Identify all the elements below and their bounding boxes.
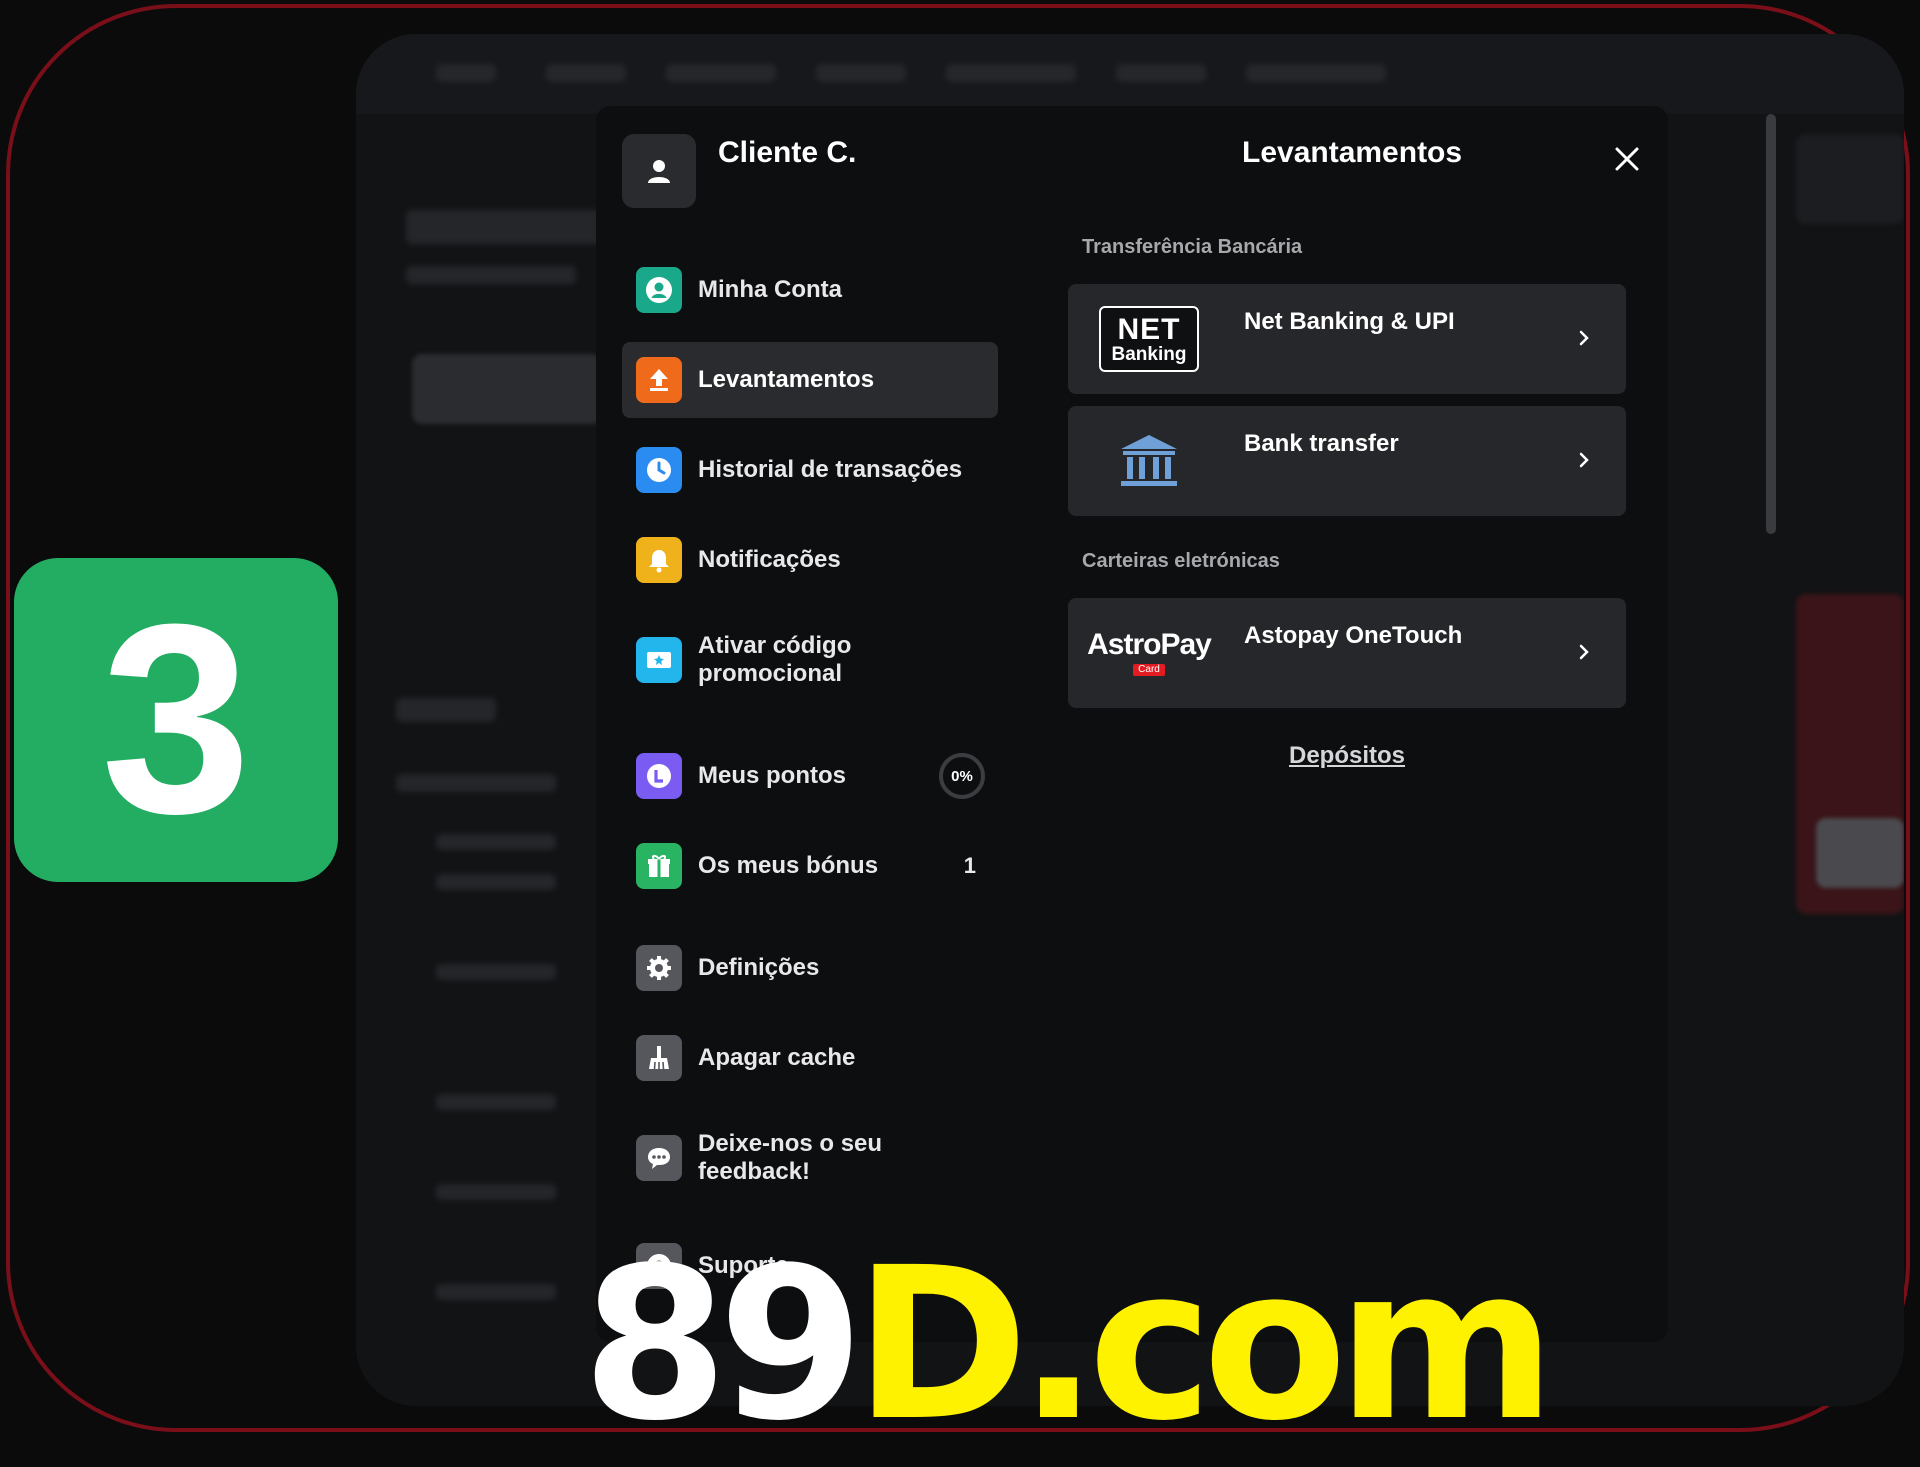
- chat-icon: [636, 1135, 682, 1181]
- clock-icon: [636, 447, 682, 493]
- chevron-right-icon: [1579, 452, 1589, 468]
- brand-watermark: 89D.com: [582, 1240, 1556, 1450]
- account-menu: Minha Conta Levantamentos Historial de t…: [622, 252, 998, 1342]
- account-icon: [636, 267, 682, 313]
- method-astropay[interactable]: AstroPay Card Astopay OneTouch: [1068, 598, 1626, 708]
- section-label-ewallets: Carteiras eletrónicas: [1082, 550, 1280, 572]
- background-topbar: [356, 34, 1904, 114]
- points-progress-ring: 0%: [939, 753, 985, 799]
- gift-icon: [636, 843, 682, 889]
- close-icon: [1615, 147, 1639, 171]
- menu-item-meus-pontos[interactable]: Meus pontos 0%: [622, 738, 998, 814]
- menu-item-label: Minha Conta: [698, 276, 842, 303]
- section-label-bank: Transferência Bancária: [1082, 236, 1303, 258]
- points-icon: [636, 753, 682, 799]
- avatar[interactable]: [622, 134, 696, 208]
- astropay-logo: AstroPay Card: [1087, 628, 1212, 676]
- bonus-count: 1: [963, 853, 976, 878]
- user-icon: [648, 160, 670, 183]
- menu-item-label: Apagar cache: [698, 1044, 856, 1071]
- broom-icon: [636, 1035, 682, 1081]
- gear-icon: [636, 945, 682, 991]
- menu-item-feedback[interactable]: Deixe-nos o seu feedback!: [622, 1110, 998, 1206]
- menu-item-label: Notificações: [698, 546, 841, 573]
- chevron-right-icon: [1579, 644, 1589, 660]
- menu-item-codigo-promocional[interactable]: Ativar código promocional: [622, 612, 998, 708]
- method-name: Net Banking & UPI: [1244, 308, 1455, 335]
- withdraw-icon: [636, 357, 682, 403]
- points-progress-text: 0%: [951, 768, 973, 785]
- menu-item-label: Deixe-nos o seu feedback!: [698, 1130, 883, 1185]
- menu-item-label: Meus pontos: [698, 762, 846, 789]
- ticket-icon: [636, 637, 682, 683]
- method-name: Astopay OneTouch: [1244, 622, 1463, 649]
- step-number: 3: [100, 569, 252, 870]
- menu-item-label: Levantamentos: [698, 366, 875, 393]
- menu-item-bonus[interactable]: Os meus bónus 1: [622, 828, 998, 904]
- user-name: Cliente C.: [718, 136, 857, 169]
- account-modal: Cliente C. Minha Conta Levantamentos His…: [596, 106, 1668, 1342]
- menu-item-label: Historial de transações: [698, 456, 963, 483]
- step-number-badge: 3: [14, 558, 338, 882]
- bank-icon: [1094, 426, 1204, 496]
- deposits-link[interactable]: Depósitos: [1068, 742, 1626, 770]
- menu-item-levantamentos[interactable]: Levantamentos: [622, 342, 998, 418]
- menu-item-historial[interactable]: Historial de transações: [622, 432, 998, 508]
- brand-part-2: D.com: [854, 1222, 1556, 1467]
- close-button[interactable]: [1610, 142, 1644, 176]
- menu-item-apagar-cache[interactable]: Apagar cache: [622, 1020, 998, 1096]
- method-bank-transfer[interactable]: Bank transfer: [1068, 406, 1626, 516]
- menu-item-label: Ativar código promocional: [698, 632, 852, 687]
- panel-title: Levantamentos: [1242, 136, 1463, 169]
- bell-icon: [636, 537, 682, 583]
- menu-item-definicoes[interactable]: Definições: [622, 930, 998, 1006]
- background-scrollbar[interactable]: [1766, 114, 1776, 534]
- method-net-banking[interactable]: NET Banking Net Banking & UPI: [1068, 284, 1626, 394]
- chevron-right-icon: [1579, 330, 1589, 346]
- net-banking-logo: NET Banking: [1094, 304, 1204, 374]
- menu-item-notificacoes[interactable]: Notificações: [622, 522, 998, 598]
- brand-part-1: 89: [582, 1222, 864, 1467]
- method-name: Bank transfer: [1244, 430, 1399, 457]
- menu-item-label: Os meus bónus: [698, 852, 879, 879]
- menu-item-minha-conta[interactable]: Minha Conta: [622, 252, 998, 328]
- menu-item-label: Definições: [698, 954, 820, 981]
